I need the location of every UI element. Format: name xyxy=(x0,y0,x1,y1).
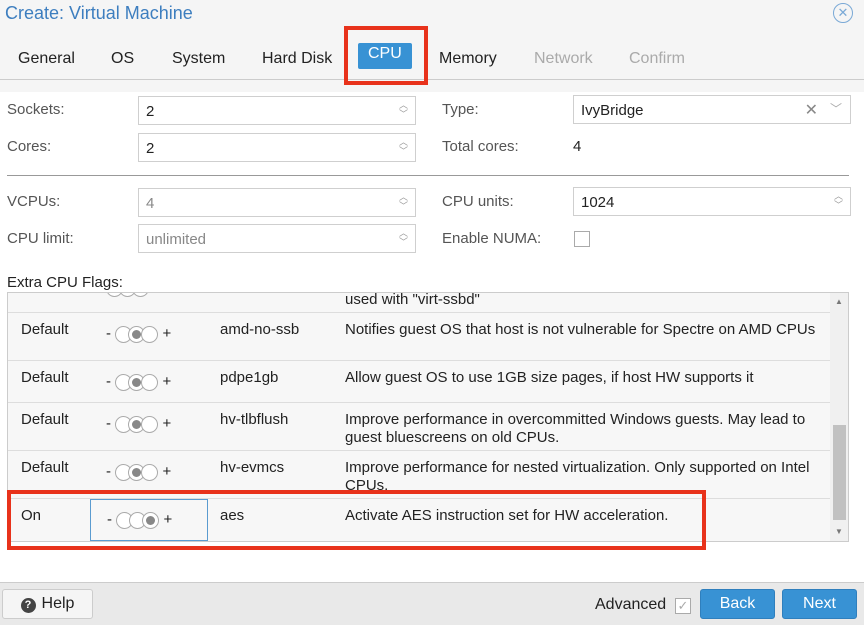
spinner-icon[interactable]: ︿ ﹀ xyxy=(399,101,408,119)
spinner-icon[interactable]: ︿ ﹀ xyxy=(399,138,408,156)
divider xyxy=(7,175,849,176)
chevron-down-icon[interactable]: ﹀ xyxy=(830,100,842,117)
scrollbar[interactable]: ▲ ▼ xyxy=(830,293,848,541)
cpu-flags-grid: used with "virt-ssbd" Default - + amd-no… xyxy=(7,292,849,542)
sockets-label: Sockets: xyxy=(7,101,65,118)
help-button[interactable]: ? Help xyxy=(2,589,93,619)
minus-label: - xyxy=(106,463,111,480)
total-cores-label: Total cores: xyxy=(442,138,519,155)
dialog-footer: ? Help Advanced ✓ Back Next xyxy=(0,582,864,625)
flags-label: Extra CPU Flags: xyxy=(7,274,123,291)
radio-on[interactable] xyxy=(141,373,159,391)
flag-description: Improve performance in overcommitted Win… xyxy=(345,411,806,446)
flag-state: Default xyxy=(21,459,69,476)
flag-toggle[interactable]: - + xyxy=(106,325,171,343)
flag-toggle[interactable]: - + xyxy=(106,415,171,433)
cores-input[interactable]: 2 ︿ ﹀ xyxy=(138,133,416,162)
tab-hard-disk[interactable]: Hard Disk xyxy=(252,48,342,74)
tab-cpu[interactable]: CPU xyxy=(358,43,412,69)
flag-toggle[interactable]: - + xyxy=(106,373,171,391)
minus-label: - xyxy=(106,415,111,432)
spinner-icon[interactable]: ︿ ﹀ xyxy=(834,192,843,210)
plus-label: + xyxy=(163,511,173,528)
flag-description: Improve performance for nested virtualiz… xyxy=(345,459,810,494)
radio-on[interactable] xyxy=(142,511,160,529)
vcpus-label: VCPUs: xyxy=(7,193,61,210)
flag-description: Notifies guest OS that host is not vulne… xyxy=(345,321,816,338)
tab-general[interactable]: General xyxy=(8,48,85,74)
type-label: Type: xyxy=(442,101,479,118)
flag-name: hv-tlbflush xyxy=(220,411,289,428)
flag-toggle[interactable]: - + xyxy=(106,463,171,481)
minus-label: - xyxy=(106,373,111,390)
numa-label: Enable NUMA: xyxy=(442,230,542,247)
type-select[interactable]: IvyBridge ✕ ﹀ xyxy=(573,95,851,124)
cores-value: 2 xyxy=(146,140,155,157)
tab-confirm: Confirm xyxy=(629,50,686,67)
table-row: Default - + amd-no-ssb Notifies guest OS… xyxy=(8,313,830,361)
plus-label: + xyxy=(162,373,172,390)
tab-system[interactable]: System xyxy=(162,48,235,74)
spinner-icon[interactable]: ︿ ﹀ xyxy=(399,229,408,247)
flag-state: Default xyxy=(21,321,69,338)
flag-state: On xyxy=(21,507,42,524)
plus-label: + xyxy=(162,463,172,480)
cpu-limit-label: CPU limit: xyxy=(7,230,74,247)
flag-toggle[interactable] xyxy=(106,293,149,297)
cpu-units-input[interactable]: 1024 ︿ ﹀ xyxy=(573,187,851,216)
help-icon: ? xyxy=(20,598,36,613)
advanced-checkbox[interactable]: ✓ xyxy=(675,598,691,614)
back-button[interactable]: Back xyxy=(700,589,775,619)
cores-label: Cores: xyxy=(7,138,52,155)
clear-icon[interactable]: ✕ xyxy=(805,100,818,120)
spinner-icon[interactable]: ︿ ﹀ xyxy=(399,193,408,211)
dialog-title: Create: Virtual Machine xyxy=(5,3,193,23)
table-row: Default - + hv-tlbflush Improve performa… xyxy=(8,403,830,451)
flag-state: Default xyxy=(21,369,69,386)
plus-label: + xyxy=(162,325,172,342)
sockets-value: 2 xyxy=(146,103,155,120)
flag-state: Default xyxy=(21,411,69,428)
flag-description: used with "virt-ssbd" xyxy=(345,292,480,308)
tab-bar: General OS System Hard Disk CPU Memory N… xyxy=(0,40,864,80)
numa-checkbox[interactable] xyxy=(574,231,590,247)
table-row: On - + aes Activate AES instruction set … xyxy=(8,499,830,541)
vcpus-input[interactable]: 4 ︿ ﹀ xyxy=(138,188,416,217)
sockets-input[interactable]: 2 ︿ ﹀ xyxy=(138,96,416,125)
close-icon[interactable]: ✕ xyxy=(833,3,853,23)
flag-toggle[interactable]: - + xyxy=(90,499,208,541)
flag-name: hv-evmcs xyxy=(220,459,285,476)
minus-label: - xyxy=(106,325,111,342)
total-cores-value: 4 xyxy=(573,138,582,155)
cpu-limit-input[interactable]: unlimited ︿ ﹀ xyxy=(138,224,416,253)
help-label: Help xyxy=(41,595,75,612)
scrollbar-thumb[interactable] xyxy=(833,425,846,520)
radio-on[interactable] xyxy=(141,415,159,433)
minus-label: - xyxy=(107,511,112,528)
dialog-header: Create: Virtual Machine ✕ General OS Sys… xyxy=(0,0,864,92)
tab-os[interactable]: OS xyxy=(101,48,144,74)
vcpus-value: 4 xyxy=(146,195,155,212)
advanced-label: Advanced xyxy=(595,596,667,613)
next-button[interactable]: Next xyxy=(782,589,857,619)
tab-memory[interactable]: Memory xyxy=(429,48,507,74)
tab-network: Network xyxy=(534,50,593,67)
cpu-units-value: 1024 xyxy=(581,194,615,211)
flag-description: Allow guest OS to use 1GB size pages, if… xyxy=(345,369,754,386)
scroll-down-icon[interactable]: ▼ xyxy=(835,527,843,536)
radio-on[interactable] xyxy=(141,325,159,343)
table-row: Default - + pdpe1gb Allow guest OS to us… xyxy=(8,361,830,403)
flag-name: pdpe1gb xyxy=(220,369,279,386)
radio-on[interactable] xyxy=(141,463,159,481)
table-row: Default - + hv-evmcs Improve performance… xyxy=(8,451,830,499)
flag-name: aes xyxy=(220,507,245,524)
scroll-up-icon[interactable]: ▲ xyxy=(835,297,843,306)
plus-label: + xyxy=(162,415,172,432)
cpu-limit-value: unlimited xyxy=(146,231,207,248)
type-value: IvyBridge xyxy=(581,102,644,119)
flag-name: amd-no-ssb xyxy=(220,321,300,338)
flag-description: Activate AES instruction set for HW acce… xyxy=(345,507,669,524)
cpu-units-label: CPU units: xyxy=(442,193,514,210)
table-row: used with "virt-ssbd" xyxy=(8,292,830,313)
